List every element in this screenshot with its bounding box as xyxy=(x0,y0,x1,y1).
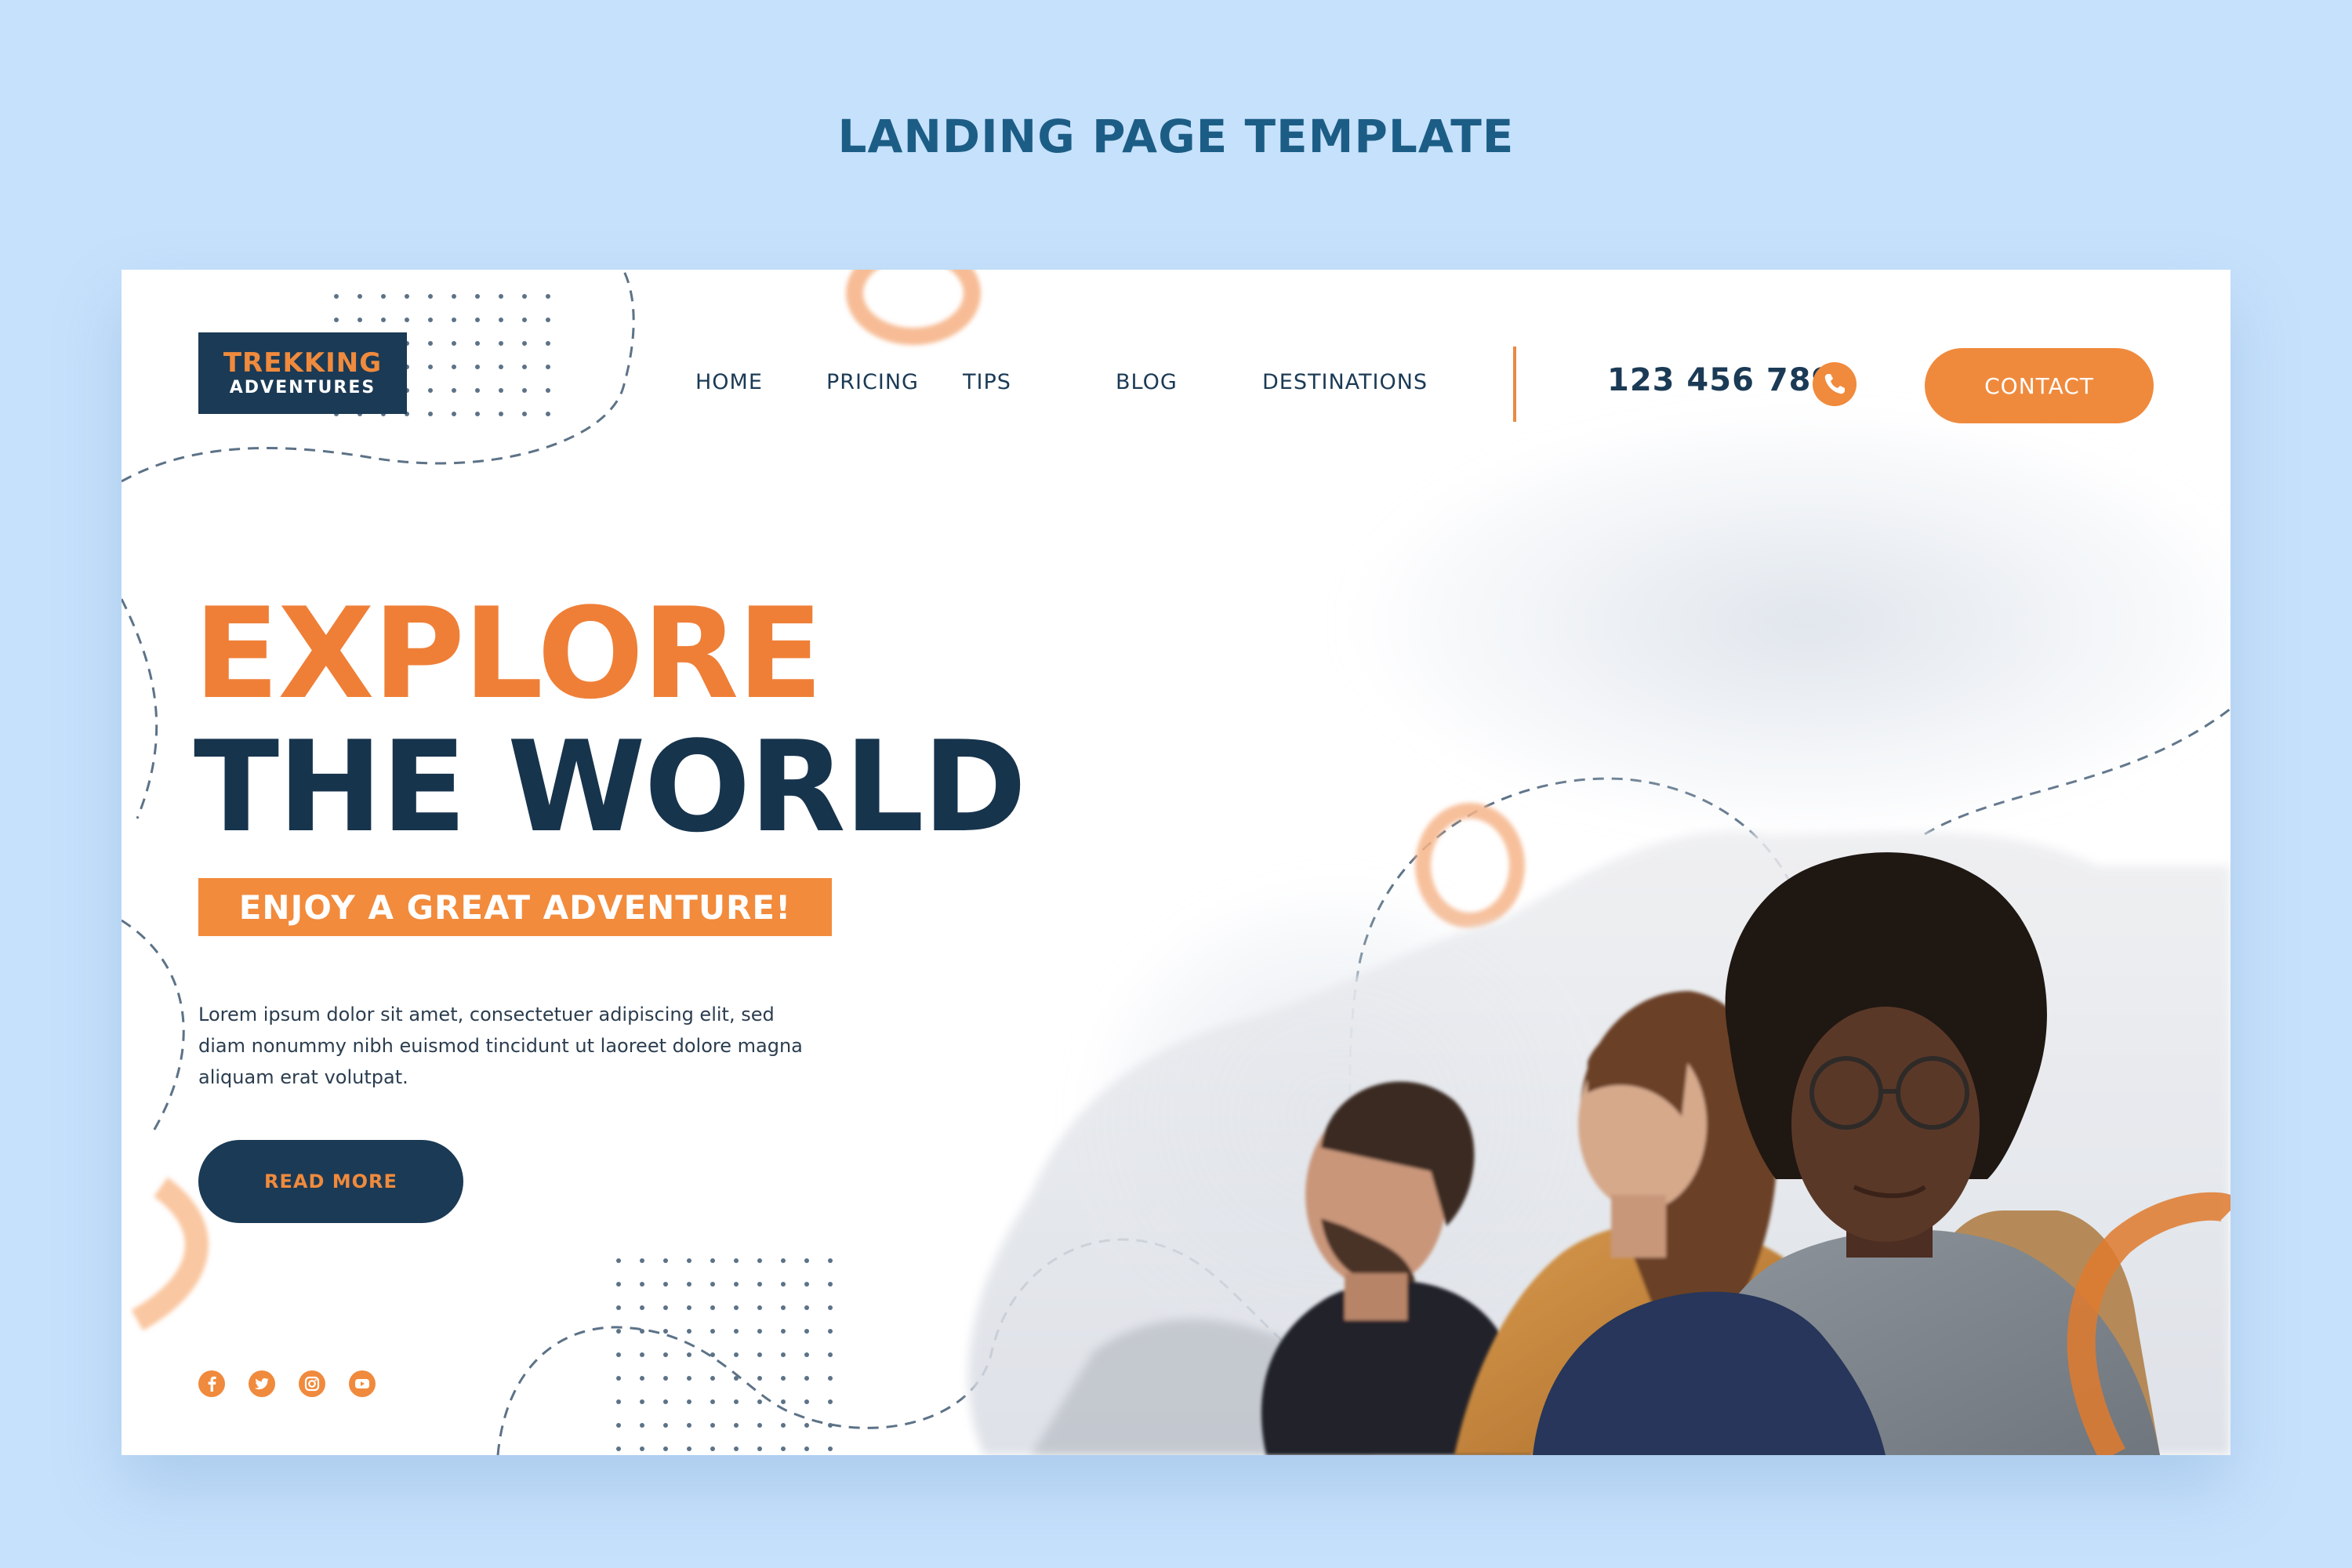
facebook-icon[interactable] xyxy=(198,1370,225,1397)
hero-tagline: ENJOY A GREAT ADVENTURE! xyxy=(198,878,832,936)
nav-item-pricing[interactable]: PRICING xyxy=(826,370,919,394)
hikers-photo xyxy=(968,831,2230,1455)
phone-icon[interactable] xyxy=(1813,362,1857,406)
contact-button[interactable]: CONTACT xyxy=(1925,348,2154,423)
header-divider xyxy=(1513,347,1516,422)
nav-item-destinations[interactable]: DESTINATIONS xyxy=(1262,370,1428,394)
brand-subtitle: ADVENTURES xyxy=(229,378,376,397)
nav-item-home[interactable]: HOME xyxy=(695,370,763,394)
phone-number[interactable]: 123 456 789 xyxy=(1607,362,1834,398)
read-more-button[interactable]: READ MORE xyxy=(198,1140,463,1223)
brand-title: TREKKING xyxy=(223,347,383,379)
hero-headline-line1: EXPLORE xyxy=(194,580,823,727)
social-links xyxy=(198,1370,376,1397)
instagram-icon[interactable] xyxy=(299,1370,325,1397)
template-title: LANDING PAGE TEMPLATE xyxy=(837,110,1515,163)
brand-logo[interactable]: TREKKING ADVENTURES xyxy=(198,332,407,414)
landing-page-card: TREKKING ADVENTURES HOME PRICING TIPS BL… xyxy=(122,270,2230,1455)
nav-item-blog[interactable]: BLOG xyxy=(1116,370,1178,394)
hero-headline-line2: THE WORLD xyxy=(194,713,1027,860)
youtube-icon[interactable] xyxy=(349,1370,376,1397)
nav-item-tips[interactable]: TIPS xyxy=(963,370,1011,394)
hero-body-text: Lorem ipsum dolor sit amet, consectetuer… xyxy=(198,1004,803,1088)
twitter-icon[interactable] xyxy=(249,1370,275,1397)
